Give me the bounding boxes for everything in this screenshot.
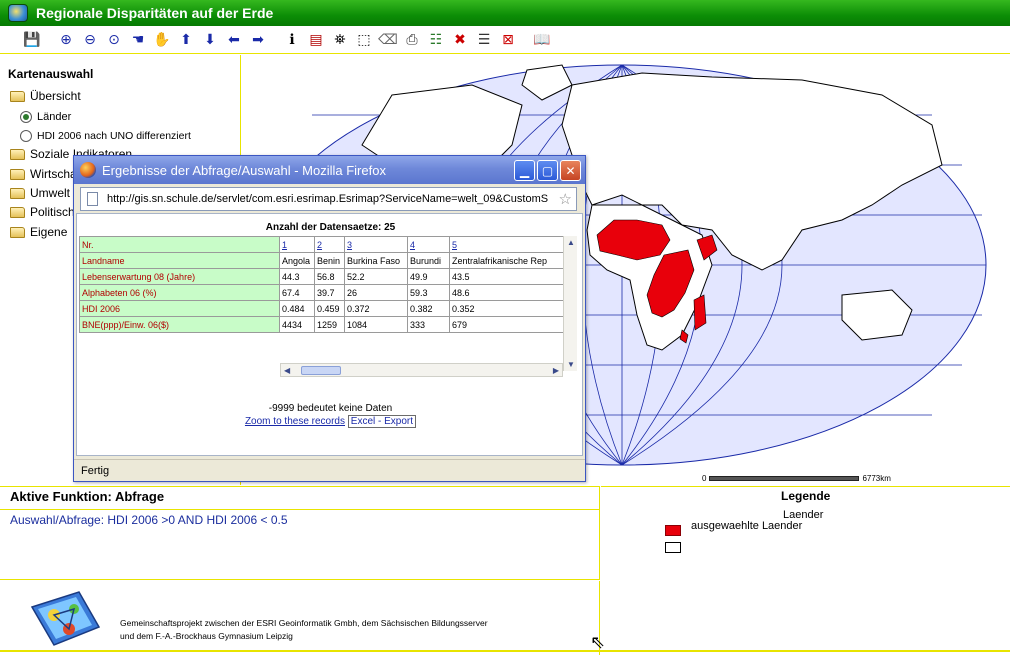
active-function-title: Aktive Funktion: Abfrage (10, 489, 165, 504)
folder-icon (10, 148, 25, 160)
zoom-out-icon[interactable]: ⊖ (80, 30, 100, 50)
scroll-up-icon[interactable]: ▲ (567, 238, 575, 247)
radio-button-icon[interactable] (20, 130, 32, 142)
sidebar-item-overview[interactable]: Übersicht (10, 89, 81, 103)
table-row: Landname Angola Benin Burkina Faso Burun… (79, 252, 565, 269)
results-table: Nr. 1 2 3 4 5 Landname Angola Benin Burk… (79, 236, 565, 333)
sidebar-item-eigene[interactable]: Eigene (10, 225, 67, 239)
down-icon[interactable]: ⬇ (200, 30, 220, 50)
folder-icon (10, 226, 25, 238)
record-link[interactable]: 5 (452, 240, 457, 250)
record-link[interactable]: 3 (347, 240, 352, 250)
table-row: Lebenserwartung 08 (Jahre) 44.3 56.8 52.… (79, 268, 565, 285)
help-icon[interactable]: 📖 (532, 30, 552, 50)
active-function-panel: Aktive Funktion: Abfrage Auswahl/Abfrage… (0, 486, 600, 580)
mouse-cursor-icon: ⇖ (590, 632, 606, 652)
scale-bar: 0 6773km (702, 474, 891, 483)
legend-icon[interactable]: ☷ (426, 30, 446, 50)
left-icon[interactable]: ⬅ (224, 30, 244, 50)
sidebar-title: Kartenauswahl (8, 67, 94, 81)
scroll-down-icon[interactable]: ▼ (567, 360, 575, 369)
legend-label-selected: ausgewaehlte Laender (691, 520, 803, 532)
popup-content: Anzahl der Datensaetze: 25 Nr. 1 2 3 4 5… (76, 213, 583, 456)
radio-button-icon[interactable] (20, 111, 32, 123)
app-logo-icon (8, 4, 28, 22)
results-popup-window[interactable]: Ergebnisse der Abfrage/Auswahl - Mozilla… (73, 155, 586, 482)
record-link[interactable]: 4 (410, 240, 415, 250)
query-icon[interactable]: ▤ (306, 30, 326, 50)
maximize-button[interactable]: ▢ (537, 160, 558, 181)
popup-title: Ergebnisse der Abfrage/Auswahl - Mozilla… (102, 162, 386, 178)
firefox-icon (80, 162, 96, 178)
sidebar-item-umwelt[interactable]: Umwelt (10, 186, 70, 200)
close-icon[interactable]: ⊠ (498, 30, 518, 50)
clear-icon[interactable]: ⌫ (378, 30, 398, 50)
minimize-button[interactable]: ▁ (514, 160, 535, 181)
popup-statusbar: Fertig (74, 459, 585, 481)
scroll-left-icon[interactable]: ◀ (284, 366, 290, 375)
legend-panel: Legende Laender ausgewaehlte Laender (601, 486, 1010, 655)
sidebar-item-politisch[interactable]: Politisch (10, 205, 75, 219)
scrollbar-thumb[interactable] (301, 366, 341, 375)
project-logo-icon (30, 591, 101, 646)
back-icon[interactable]: ☚ (128, 30, 148, 50)
find-icon[interactable]: ⛯ (330, 30, 350, 50)
url-text[interactable]: http://gis.sn.schule.de/servlet/com.esri… (107, 193, 548, 205)
legend-swatch-selected (665, 525, 681, 536)
pan-icon[interactable]: ✋ (152, 30, 172, 50)
print-icon[interactable]: ⎙ (402, 30, 422, 50)
excel-export-button[interactable]: Excel - Export (347, 415, 417, 428)
record-link[interactable]: 2 (317, 240, 322, 250)
zoom-full-icon[interactable]: ⊙ (104, 30, 124, 50)
radio-hdi[interactable]: HDI 2006 nach UNO differenziert (20, 130, 191, 142)
status-text: Fertig (81, 464, 110, 477)
footer: Gemeinschaftsprojekt zwischen der ESRI G… (0, 581, 600, 655)
app-titlebar: Regionale Disparitäten auf der Erde (0, 0, 1010, 26)
delete-icon[interactable]: ✖ (450, 30, 470, 50)
scale-bar-graphic (709, 476, 860, 481)
up-icon[interactable]: ⬆ (176, 30, 196, 50)
map-toolbar: 💾 ⊕ ⊖ ⊙ ☚ ✋ ⬆ ⬇ ⬅ ➡ ℹ ▤ ⛯ ⬚ ⌫ ⎙ ☷ ✖ ☰ ⊠ … (0, 26, 1010, 54)
vertical-scrollbar[interactable]: ▲ ▼ (563, 236, 577, 371)
app-title: Regionale Disparitäten auf der Erde (36, 5, 274, 21)
url-bar[interactable]: http://gis.sn.schule.de/servlet/com.esri… (80, 187, 577, 211)
list-icon[interactable]: ☰ (474, 30, 494, 50)
close-button[interactable]: ✕ (560, 160, 581, 181)
popup-titlebar[interactable]: Ergebnisse der Abfrage/Auswahl - Mozilla… (74, 156, 585, 184)
legend-swatch-other (665, 542, 681, 553)
no-data-note: -9999 bedeutet keine Daten (268, 403, 393, 414)
info-icon[interactable]: ℹ (282, 30, 302, 50)
folder-icon (10, 90, 25, 102)
folder-icon (10, 168, 25, 180)
folder-icon (10, 206, 25, 218)
select-icon[interactable]: ⬚ (354, 30, 374, 50)
popup-actions: Zoom to these records Excel - Export (77, 415, 584, 428)
legend-title: Legende (781, 489, 831, 503)
horizontal-scrollbar[interactable]: ◀ ▶ (280, 363, 563, 377)
table-row: HDI 2006 0.484 0.459 0.372 0.382 0.352 (79, 300, 565, 317)
bookmark-star-icon[interactable]: ☆ (559, 190, 572, 208)
table-row: Nr. 1 2 3 4 5 (79, 236, 565, 253)
folder-icon (10, 187, 25, 199)
record-link[interactable]: 1 (282, 240, 287, 250)
record-count: Anzahl der Datensaetze: 25 (265, 222, 396, 233)
page-icon (87, 192, 98, 206)
zoom-in-icon[interactable]: ⊕ (56, 30, 76, 50)
table-row: Alphabeten 06 (%) 67.4 39.7 26 59.3 48.6 (79, 284, 565, 301)
table-row: BNE(ppp)/Einw. 06($) 4434 1259 1084 333 … (79, 316, 565, 333)
query-expression: Auswahl/Abfrage: HDI 2006 >0 AND HDI 200… (10, 513, 288, 527)
zoom-to-records-link[interactable]: Zoom to these records (245, 416, 345, 427)
radio-laender[interactable]: Länder (20, 111, 71, 123)
footer-credits: Gemeinschaftsprojekt zwischen der ESRI G… (120, 618, 488, 641)
right-icon[interactable]: ➡ (248, 30, 268, 50)
save-icon[interactable]: 💾 (22, 30, 42, 50)
scroll-right-icon[interactable]: ▶ (553, 366, 559, 375)
